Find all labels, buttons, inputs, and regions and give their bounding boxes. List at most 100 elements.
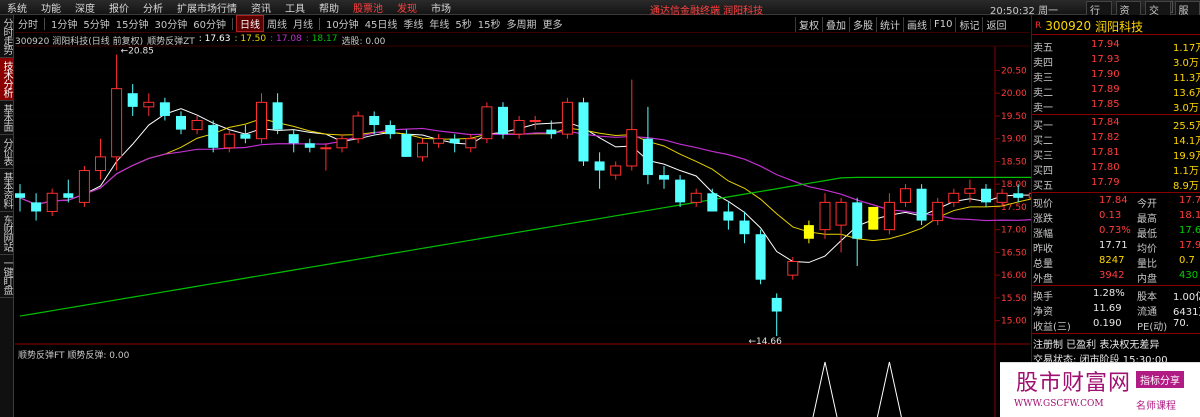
- sidebar-tab-5[interactable]: 东财网站: [0, 212, 14, 255]
- menu-item-2[interactable]: 深度: [68, 0, 102, 15]
- period-tab-5[interactable]: 60分钟: [190, 16, 229, 31]
- stat-label: 内盘: [1137, 274, 1157, 285]
- menu-item-8[interactable]: 帮助: [312, 0, 346, 15]
- period-tab-1[interactable]: 1分钟: [48, 16, 80, 31]
- period-tab-4[interactable]: 30分钟: [151, 16, 190, 31]
- candle-body: [771, 297, 782, 312]
- stat-value: 70.: [1173, 318, 1189, 329]
- candle-body: [31, 202, 42, 212]
- candle-body: [417, 142, 428, 158]
- kline-chart[interactable]: 20.50 20.00 19.50 19.00 18.50 18.00 17.50 17.00…: [0, 0, 1031, 417]
- menu-item-0[interactable]: 系统: [0, 0, 34, 15]
- period-tab-14[interactable]: 15秒: [475, 16, 504, 31]
- toolbar-button-0[interactable]: 复权: [795, 16, 822, 32]
- period-tab-2[interactable]: 5分钟: [80, 16, 112, 31]
- bid-label: 买五: [1033, 181, 1053, 192]
- ask-label: 卖四: [1033, 58, 1053, 69]
- menu-item-4[interactable]: 分析: [136, 0, 170, 15]
- menu-highlight-0[interactable]: 股票池: [346, 0, 390, 15]
- toolbar-button-3[interactable]: 统计: [876, 16, 903, 32]
- period-tab-8[interactable]: 月线: [290, 16, 316, 31]
- bid-row: 买五 17.79 8.9万: [1031, 176, 1200, 192]
- ask-row: 卖一 17.85 3.0万: [1031, 98, 1200, 114]
- candle-body: [191, 120, 203, 131]
- period-tab-16[interactable]: 更多: [540, 16, 566, 31]
- candle-body: [176, 115, 186, 130]
- toolbar-button-1[interactable]: 叠加: [822, 16, 849, 32]
- watermark: 股市财富网 WWW.GSCFW.COM 指标分享 名师课程: [1000, 362, 1200, 417]
- stat-value: 3942: [1099, 270, 1125, 281]
- stat-value: 11.69: [1093, 303, 1122, 314]
- period-tab-3[interactable]: 15分钟: [113, 16, 152, 31]
- bid-label: 买一: [1033, 121, 1053, 132]
- sidebar-tab-1[interactable]: 技术分析: [0, 58, 14, 101]
- y-tick-label: 18.00: [1001, 180, 1027, 190]
- period-tab-15[interactable]: 多周期: [504, 16, 540, 31]
- menu-item-3[interactable]: 报价: [102, 0, 136, 15]
- ask-volume: 3.0万: [1173, 58, 1199, 69]
- indicator-info-line: 300920 润阳科技(日线 前复权) 顺势反弹ZT : 17.63 : 17.…: [15, 34, 385, 47]
- price-annotation: ←14.66: [749, 337, 783, 347]
- ma5-line: [19, 108, 1031, 263]
- period-tab-9[interactable]: 10分钟: [323, 16, 362, 31]
- stat-value: 17.6: [1179, 225, 1200, 236]
- sidebar-tab-4[interactable]: 基本资料: [0, 169, 14, 212]
- toolbar-button-2[interactable]: 多股: [849, 16, 876, 32]
- candle-body: [111, 88, 123, 158]
- candle-body: [690, 192, 702, 203]
- candle-body: [610, 165, 622, 176]
- stat-value: 17.71: [1099, 240, 1128, 251]
- ask-label: 卖五: [1033, 43, 1053, 54]
- stat-label: 股本: [1137, 292, 1157, 303]
- menu-item-1[interactable]: 功能: [34, 0, 68, 15]
- toolbar-button-7[interactable]: 返回: [982, 16, 1009, 32]
- bid-volume: 8.9万: [1173, 181, 1199, 192]
- period-tab-7[interactable]: 周线: [264, 16, 290, 31]
- stat-label: 现价: [1033, 199, 1053, 210]
- toolbar-button-4[interactable]: 画线: [903, 16, 930, 32]
- period-tab-11[interactable]: 季线: [400, 16, 426, 31]
- menu-market[interactable]: 市场: [424, 0, 458, 15]
- y-tick-label: 18.50: [1001, 157, 1027, 167]
- indicator-name[interactable]: 顺势反弹ZT: [147, 34, 195, 47]
- divider: [1031, 333, 1200, 334]
- sidebar-tab-0[interactable]: 分时走势: [0, 15, 14, 58]
- indicator-panel-title[interactable]: 顺势反弹FT 顺势反弹: 0.00: [18, 348, 129, 361]
- period-tab-6[interactable]: 日线: [235, 15, 264, 32]
- stat-row: 涨跌 0.13 最高 18.1: [1031, 209, 1200, 225]
- ask-volume: 13.6万: [1173, 88, 1200, 99]
- bid-price: 17.84: [1091, 117, 1120, 128]
- toolbar-button-5[interactable]: F10: [930, 18, 955, 30]
- watermark-tag-courses: 名师课程: [1136, 401, 1176, 412]
- sidebar-tab-3[interactable]: 分价表: [0, 135, 14, 169]
- ask-row: 卖五 17.94 1.17万: [1031, 38, 1200, 54]
- menu-item-5[interactable]: 扩展市场行情: [170, 0, 244, 15]
- stat-row: 换手 1.28% 股本 1.00亿: [1031, 287, 1200, 303]
- candle-body: [336, 138, 348, 149]
- stat-value: 8247: [1099, 255, 1125, 266]
- bid-label: 买三: [1033, 151, 1053, 162]
- menu-highlight-1[interactable]: 发现: [390, 0, 424, 15]
- ask-label: 卖三: [1033, 73, 1053, 84]
- period-tab-10[interactable]: 45日线: [362, 16, 401, 31]
- period-tab-0[interactable]: 分时: [15, 16, 41, 31]
- menu-item-7[interactable]: 工具: [278, 0, 312, 15]
- candle-body: [578, 102, 589, 162]
- stat-value: 1.00亿: [1173, 292, 1200, 303]
- candle-body: [320, 147, 332, 150]
- candle-body: [159, 102, 170, 116]
- divider: [1031, 192, 1200, 193]
- sidebar-tab-2[interactable]: 基本面: [0, 101, 14, 135]
- menu-item-6[interactable]: 资讯: [244, 0, 278, 15]
- candle-body: [127, 93, 138, 107]
- sidebar-tab-6[interactable]: 一键盯盘: [0, 255, 14, 298]
- bid-row: 买一 17.84 25.5万: [1031, 116, 1200, 132]
- period-tab-13[interactable]: 5秒: [452, 16, 474, 31]
- bid-row: 买四 17.80 1.1万: [1031, 161, 1200, 177]
- ask-row: 卖二 17.89 13.6万: [1031, 83, 1200, 99]
- period-tab-12[interactable]: 年线: [426, 16, 452, 31]
- candle-body: [739, 220, 750, 235]
- toolbar-button-6[interactable]: 标记: [955, 16, 982, 32]
- ask-label: 卖二: [1033, 88, 1053, 99]
- y-tick-label: 19.00: [1001, 135, 1027, 145]
